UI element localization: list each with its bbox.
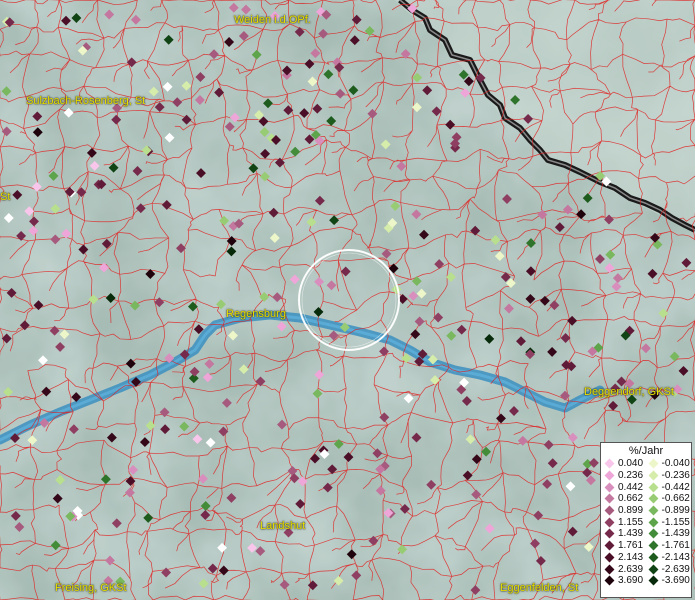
city-label-deggendorf: Deggendorf, GKSt: [584, 386, 674, 398]
legend-swatch: [648, 552, 658, 563]
legend-row: -0.040: [648, 458, 692, 470]
legend-swatch: [648, 564, 658, 574]
legend-swatch: [604, 529, 615, 539]
legend-row: 1.761: [604, 540, 648, 552]
legend-swatch: [604, 493, 615, 504]
legend-value: -2.143: [661, 551, 690, 563]
legend-row: -0.442: [648, 481, 692, 493]
legend-row: -1.155: [648, 516, 692, 528]
legend-value: 0.899: [618, 505, 644, 517]
legend-swatch: [648, 517, 658, 528]
legend-value: 3.690: [618, 575, 644, 587]
legend-value: 1.439: [618, 528, 644, 540]
legend-swatch: [648, 458, 658, 469]
legend-swatch: [604, 564, 615, 574]
legend-swatch: [648, 470, 658, 481]
legend: %/Jahr 0.040 0.236 0.442 0.662 0.899 1.155 1.4…: [600, 442, 692, 598]
legend-row: 0.662: [604, 493, 648, 505]
legend-row: -1.439: [648, 528, 692, 540]
legend-swatch: [604, 575, 615, 586]
map-canvas[interactable]: [0, 0, 695, 600]
legend-value: 2.143: [618, 551, 644, 563]
legend-swatch: [604, 458, 615, 469]
legend-value: -0.442: [661, 481, 690, 493]
city-label-weiden: Weiden i.d.OPf.: [234, 14, 311, 26]
legend-row: 2.143: [604, 552, 648, 564]
legend-value: -0.236: [661, 470, 690, 482]
legend-swatch: [604, 482, 615, 493]
legend-value: -2.639: [661, 563, 690, 575]
legend-value: -1.761: [661, 540, 690, 552]
legend-row: -0.899: [648, 505, 692, 517]
legend-swatch: [604, 552, 615, 563]
legend-swatch: [648, 540, 658, 551]
legend-row: 0.442: [604, 481, 648, 493]
city-label-eggenfelden: Eggenfelden, St: [500, 582, 579, 594]
legend-row: 2.639: [604, 563, 648, 575]
legend-value: 0.236: [618, 470, 644, 482]
legend-row: 3.690: [604, 575, 648, 587]
legend-row: -1.761: [648, 540, 692, 552]
legend-row: -2.143: [648, 552, 692, 564]
legend-row: 0.236: [604, 470, 648, 482]
legend-value: 1.761: [618, 540, 644, 552]
legend-row: 1.155: [604, 516, 648, 528]
legend-value: 0.040: [618, 458, 644, 470]
legend-swatch: [604, 540, 615, 551]
legend-swatch: [648, 482, 658, 493]
city-label-landshut: Landshut: [260, 520, 306, 532]
legend-swatch: [604, 470, 615, 481]
legend-value: -1.439: [661, 528, 690, 540]
legend-row: 0.040: [604, 458, 648, 470]
legend-swatch: [648, 493, 658, 504]
legend-value: -0.040: [661, 458, 690, 470]
legend-row: -0.236: [648, 470, 692, 482]
legend-row: -0.662: [648, 493, 692, 505]
city-label-regensburg: Regensburg: [226, 308, 286, 320]
legend-value: -1.155: [661, 516, 690, 528]
legend-swatch: [604, 505, 615, 516]
legend-negative-column: -0.040 -0.236 -0.442 -0.662 -0.899 -1.155 -1.4…: [648, 458, 692, 587]
legend-swatch: [648, 529, 658, 539]
city-label-sulzbach: Sulzbach-Rosenberg, St: [26, 95, 146, 107]
legend-value: -3.690: [661, 575, 690, 587]
legend-row: -3.690: [648, 575, 692, 587]
legend-value: 2.639: [618, 563, 644, 575]
legend-positive-column: 0.040 0.236 0.442 0.662 0.899 1.155 1.439 1.761…: [604, 458, 648, 587]
legend-row: 1.439: [604, 528, 648, 540]
legend-title: %/Jahr: [628, 445, 664, 457]
legend-value: 0.442: [618, 481, 644, 493]
legend-value: -0.899: [661, 505, 690, 517]
legend-row: 0.899: [604, 505, 648, 517]
legend-row: -2.639: [648, 563, 692, 575]
legend-swatch: [604, 517, 615, 528]
legend-value: -0.662: [661, 493, 690, 505]
legend-value: 1.155: [618, 516, 644, 528]
city-label-freising: Freising, GKSt: [55, 582, 127, 594]
legend-swatch: [648, 505, 658, 516]
city-label-west-edge: St: [0, 191, 11, 203]
legend-swatch: [648, 575, 658, 586]
legend-value: 0.662: [618, 493, 644, 505]
